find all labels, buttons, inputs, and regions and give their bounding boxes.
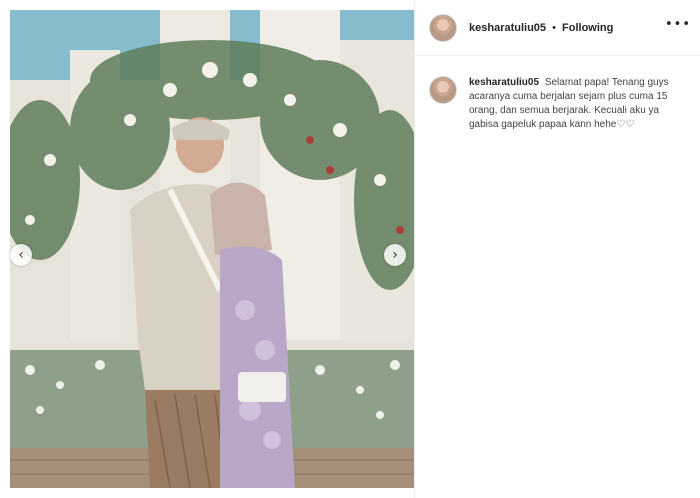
carousel-prev-button[interactable]: ‹	[10, 244, 32, 266]
carousel-next-button[interactable]: ›	[384, 244, 406, 266]
more-options-button[interactable]: •••	[664, 17, 691, 32]
caption-avatar[interactable]	[429, 76, 457, 104]
header-username-link[interactable]: kesharatuliu05	[469, 22, 546, 34]
wedding-photo-illustration	[10, 10, 414, 488]
chevron-right-icon: ›	[392, 247, 398, 263]
header-separator: •	[552, 21, 556, 34]
caption-row: kesharatuliu05 Selamat papa! Tenang guys…	[429, 76, 691, 132]
avatar[interactable]	[429, 13, 457, 42]
caption-username-link[interactable]: kesharatuliu05	[469, 77, 539, 88]
header-text: kesharatuliu05 • Following	[469, 22, 613, 34]
post-header: kesharatuliu05 • Following •••	[415, 0, 700, 56]
chevron-left-icon: ‹	[18, 247, 24, 263]
post-caption: kesharatuliu05 Selamat papa! Tenang guys…	[469, 76, 687, 132]
following-button[interactable]: Following	[562, 22, 613, 34]
post-photo[interactable]	[10, 10, 414, 488]
post-media-pane: ‹ ›	[0, 0, 414, 498]
post-sidebar: kesharatuliu05 • Following ••• kesharatu…	[414, 0, 700, 498]
more-icon: •••	[664, 17, 691, 32]
